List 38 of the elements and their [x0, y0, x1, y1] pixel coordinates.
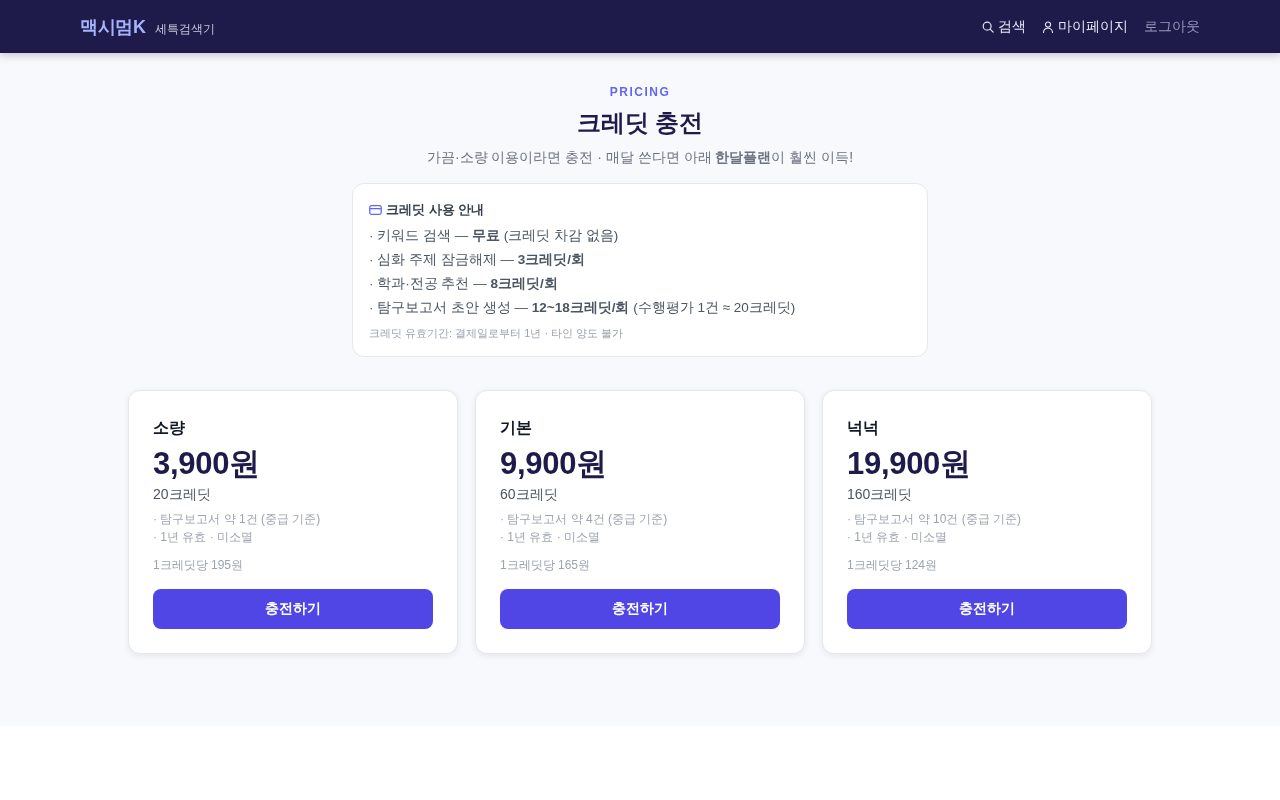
feature-text: · 1년 유효 · 미소멸: [847, 529, 948, 546]
nav-link[interactable]: 검색: [982, 17, 1026, 36]
usage-item-text: · 키워드 검색 — 무료 (크레딧 차감 없음): [369, 227, 620, 245]
usage-item-text: · 심화 주제 잠금해제 — 3크레딧/회: [369, 251, 586, 269]
feature-text: · 탐구보고서 약 10건 (중급 기준): [847, 511, 1021, 528]
nav-link[interactable]: 마이페이지: [1042, 17, 1128, 36]
charge-button[interactable]: 충전하기: [847, 589, 1127, 629]
usage-item-text: · 학과·전공 추천 — 8크레딧/회: [369, 275, 559, 293]
package-price: 9,900원: [500, 445, 607, 483]
unit-price-text: 1크레딧당 165원: [500, 557, 591, 574]
credit-amount-text: 60크레딧: [500, 485, 558, 504]
credit-card-icon: [369, 205, 382, 215]
package-name: 기본: [500, 418, 532, 438]
credit-amount-text: 20크레딧: [153, 485, 211, 504]
subtitle-text: 가끔·소량 이용이라면 충전 · 매달 쓴다면 아래 한달플랜이 훨씬 이득!: [426, 148, 854, 167]
package-price: 19,900원: [847, 445, 971, 483]
feature-text: · 탐구보고서 약 1건 (중급 기준): [153, 511, 321, 528]
unit-price-text: 1크레딧당 195원: [153, 557, 244, 574]
feature-text: · 탐구보고서 약 4건 (중급 기준): [500, 511, 668, 528]
charge-button[interactable]: 충전하기: [153, 589, 433, 629]
feature-text: · 1년 유효 · 미소멸: [500, 529, 601, 546]
search-icon: [982, 20, 994, 33]
guide-title: 크레딧 사용 안내: [386, 201, 485, 219]
section-eyebrow-text: PRICING: [609, 84, 671, 101]
tagline-text: 세특검색기: [154, 20, 215, 38]
package-name: 넉넉: [847, 418, 879, 438]
logo-text[interactable]: 맥시멈K: [80, 14, 146, 39]
user-icon: [1042, 20, 1054, 33]
page-title: 크레딧 충전: [576, 108, 704, 138]
nav-link[interactable]: 로그아웃: [1144, 17, 1200, 36]
feature-text: · 1년 유효 · 미소멸: [153, 529, 254, 546]
charge-button[interactable]: 충전하기: [500, 589, 780, 629]
validity-note-text: 크레딧 유효기간: 결제일로부터 1년 · 타인 양도 불가: [369, 326, 625, 341]
unit-price-text: 1크레딧당 124원: [847, 557, 938, 574]
package-name: 소량: [153, 418, 185, 438]
usage-item-text: · 탐구보고서 초안 생성 — 12~18크레딧/회 (수행평가 1건 ≈ 20크레딧): [369, 299, 797, 317]
package-price: 3,900원: [153, 445, 260, 483]
credit-amount-text: 160크레딧: [847, 485, 913, 504]
